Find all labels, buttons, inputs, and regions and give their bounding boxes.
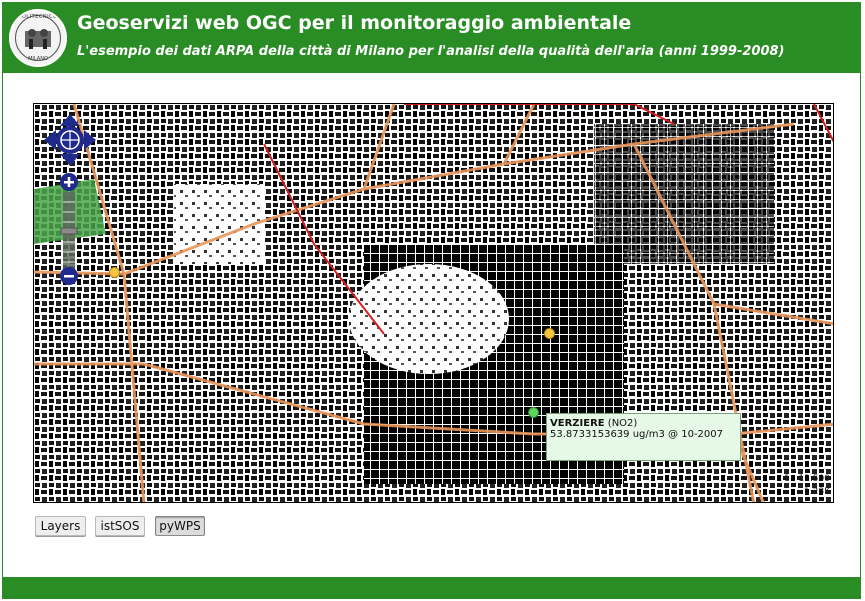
page-header: POLITECNICO MILANO Geoservizi web OGC pe… bbox=[2, 2, 861, 73]
map-viewport[interactable]: VERZIERE (NO2) 53.8733153639 ug/m3 @ 10-… bbox=[33, 103, 834, 503]
pywps-button[interactable]: pyWPS bbox=[155, 516, 205, 536]
polimi-logo: POLITECNICO MILANO bbox=[9, 9, 67, 67]
layers-button[interactable]: Layers bbox=[35, 516, 86, 536]
popup-reading: 53.8733153639 ug/m3 @ 10-2007 bbox=[550, 429, 724, 440]
station-popup: VERZIERE (NO2) 53.8733153639 ug/m3 @ 10-… bbox=[546, 413, 741, 461]
map-scale: 1 : 12.500 1.28K bbox=[784, 473, 830, 499]
popup-parameter: (NO2) bbox=[607, 418, 638, 429]
station-marker-selected[interactable] bbox=[528, 407, 539, 418]
page-title: Geoservizi web OGC per il monitoraggio a… bbox=[77, 12, 632, 34]
zoom-in-icon[interactable] bbox=[60, 173, 78, 191]
pan-arrows-icon[interactable] bbox=[42, 112, 98, 168]
logo-figure-icon bbox=[25, 29, 51, 49]
page-subtitle: L'esempio dei dati ARPA della città di M… bbox=[77, 44, 785, 59]
logo-bottom-text: MILANO bbox=[28, 56, 48, 62]
station-marker[interactable] bbox=[544, 328, 555, 339]
istsos-button[interactable]: istSOS bbox=[95, 516, 145, 536]
page-footer bbox=[2, 577, 861, 599]
popup-station-name: VERZIERE bbox=[550, 418, 605, 429]
scale-distance: 1.28K bbox=[804, 487, 830, 497]
logo-top-text: POLITECNICO bbox=[18, 14, 58, 20]
station-marker[interactable] bbox=[109, 267, 120, 278]
zoom-out-icon[interactable] bbox=[60, 267, 78, 285]
scale-ratio: 1 : 12.500 bbox=[784, 474, 830, 484]
